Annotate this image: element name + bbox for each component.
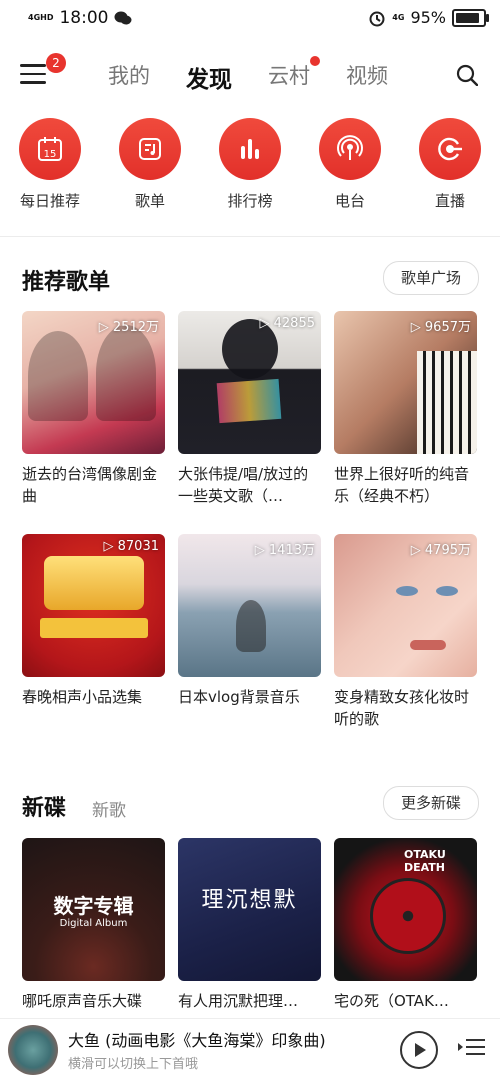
play-count: ▷ 87031 bbox=[103, 539, 160, 554]
more-albums-button[interactable]: 更多新碟 bbox=[383, 786, 479, 820]
playlist-card[interactable]: ▷ 2512万 逝去的台湾偶像剧金曲 bbox=[22, 311, 165, 507]
playlist-card[interactable]: ▷ 4795万 变身精致女孩化妆时听的歌 bbox=[334, 534, 477, 730]
playlist-card[interactable]: ▷ 42855 大张伟提/唱/放过的一些英文歌（… bbox=[178, 311, 321, 507]
quick-label: 直播 bbox=[434, 192, 465, 210]
play-count: ▷ 4795万 bbox=[410, 543, 471, 558]
cover-text: 数字专辑 bbox=[53, 894, 134, 918]
playlist-title: 日本vlog背景音乐 bbox=[178, 688, 300, 706]
playlist-cover: ▷ 4795万 bbox=[334, 534, 477, 677]
album-cover: OTAKU DEATH bbox=[334, 838, 477, 981]
quick-label: 排行榜 bbox=[227, 192, 273, 210]
menu-icon[interactable] bbox=[20, 64, 46, 86]
alarm-icon bbox=[369, 11, 385, 26]
album-card[interactable]: 数字专辑 Digital Album 哪吒原声音乐大碟 bbox=[22, 838, 165, 1012]
live-icon bbox=[419, 118, 481, 180]
play-count: ▷ 9657万 bbox=[410, 320, 471, 335]
cover-text: 理沉想默 bbox=[201, 888, 298, 913]
quick-label: 每日推荐 bbox=[19, 192, 80, 210]
main-tabs: 我的 发现 云村 视频 bbox=[108, 56, 388, 94]
network-indicator-2: 4G bbox=[392, 12, 405, 22]
playlist-card[interactable]: ▷ 87031 春晚相声小品选集 bbox=[22, 534, 165, 708]
album-cover: 数字专辑 Digital Album bbox=[22, 838, 165, 981]
album-title: 有人用沉默把理… bbox=[178, 992, 299, 1010]
status-time: 18:00 bbox=[59, 8, 109, 28]
playlist-card[interactable]: ▷ 1413万 日本vlog背景音乐 bbox=[178, 534, 321, 708]
play-count: ▷ 1413万 bbox=[254, 543, 315, 558]
quick-live[interactable]: 直播 bbox=[405, 118, 495, 211]
play-button[interactable] bbox=[400, 1031, 438, 1069]
quick-label: 电台 bbox=[334, 192, 365, 210]
tab-mine[interactable]: 我的 bbox=[108, 60, 150, 94]
radio-icon bbox=[319, 118, 381, 180]
playlist-title: 逝去的台湾偶像剧金曲 bbox=[22, 465, 158, 505]
playlist-cover: ▷ 1413万 bbox=[178, 534, 321, 677]
wechat-icon bbox=[114, 11, 132, 25]
quick-label: 歌单 bbox=[134, 192, 165, 210]
top-nav: 2 我的 发现 云村 视频 bbox=[0, 48, 500, 104]
album-cover: 理沉想默 bbox=[178, 838, 321, 981]
quick-playlist[interactable]: 歌单 bbox=[105, 118, 195, 211]
album-card[interactable]: 理沉想默 有人用沉默把理… bbox=[178, 838, 321, 1012]
battery-icon bbox=[452, 8, 489, 27]
divider bbox=[0, 236, 500, 237]
player-subtitle: 横滑可以切换上下首哦 bbox=[68, 1057, 199, 1072]
quick-charts[interactable]: 排行榜 bbox=[205, 118, 295, 211]
playlist-title: 春晚相声小品选集 bbox=[22, 688, 143, 706]
quick-daily[interactable]: 15 每日推荐 bbox=[5, 118, 95, 211]
battery-text: 95% bbox=[410, 8, 446, 27]
playlist-square-button[interactable]: 歌单广场 bbox=[383, 261, 479, 295]
mini-player[interactable]: 大鱼 (动画电影《大鱼海棠》印象曲) 横滑可以切换上下首哦 bbox=[0, 1018, 500, 1075]
cover-subtext: Digital Album bbox=[59, 918, 128, 929]
new-songs-tab[interactable]: 新歌 bbox=[92, 796, 126, 821]
playlist-cover: ▷ 42855 bbox=[178, 311, 321, 454]
notification-badge: 2 bbox=[46, 53, 66, 73]
album-title: 哪吒原声音乐大碟 bbox=[22, 992, 143, 1010]
tab-village-label: 云村 bbox=[268, 64, 310, 88]
playlist-title: 变身精致女孩化妆时听的歌 bbox=[334, 688, 470, 728]
playlist-card[interactable]: ▷ 9657万 世界上很好听的纯音乐（经典不朽） bbox=[334, 311, 477, 507]
status-bar: 4GHD 18:00 4G 95% bbox=[0, 0, 500, 40]
new-dot bbox=[310, 56, 320, 66]
album-title: 宅の死（OTAK… bbox=[334, 992, 449, 1010]
tab-video[interactable]: 视频 bbox=[346, 60, 388, 94]
playlist-cover: ▷ 2512万 bbox=[22, 311, 165, 454]
play-count: ▷ 2512万 bbox=[98, 320, 159, 335]
albums-title: 新碟 bbox=[22, 796, 67, 821]
search-icon[interactable] bbox=[456, 64, 478, 86]
album-card[interactable]: OTAKU DEATH 宅の死（OTAK… bbox=[334, 838, 477, 1012]
playlist-title: 大张伟提/唱/放过的一些英文歌（… bbox=[178, 465, 309, 505]
recommend-title: 推荐歌单 bbox=[22, 270, 111, 295]
playlist-cover: ▷ 9657万 bbox=[334, 311, 477, 454]
play-icon bbox=[415, 1043, 426, 1057]
tab-discover[interactable]: 发现 bbox=[186, 60, 232, 94]
cover-text: OTAKU DEATH bbox=[404, 848, 446, 874]
album-art bbox=[8, 1025, 58, 1075]
play-count: ▷ 42855 bbox=[259, 316, 316, 331]
calendar-icon: 15 bbox=[19, 118, 81, 180]
network-indicator: 4GHD bbox=[28, 13, 54, 22]
playlist-title: 世界上很好听的纯音乐（经典不朽） bbox=[334, 465, 470, 505]
chart-bars-icon bbox=[219, 118, 281, 180]
quick-entries: 15 每日推荐 歌单 排行榜 电台 直播 bbox=[0, 118, 500, 218]
tab-village[interactable]: 云村 bbox=[268, 56, 320, 94]
svg-text:15: 15 bbox=[44, 149, 57, 160]
quick-radio[interactable]: 电台 bbox=[305, 118, 395, 211]
playlist-cover: ▷ 87031 bbox=[22, 534, 165, 677]
playlist-queue-icon[interactable] bbox=[458, 1037, 486, 1057]
player-title: 大鱼 (动画电影《大鱼海棠》印象曲) bbox=[68, 1031, 326, 1050]
playlist-icon bbox=[119, 118, 181, 180]
